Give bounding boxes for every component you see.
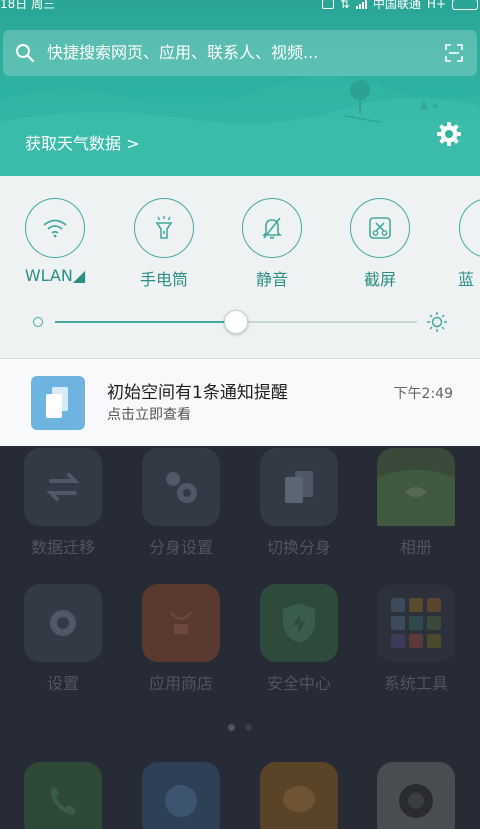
toggle-screenshot[interactable]: 截屏: [349, 198, 411, 290]
notification-time: 下午2:49: [393, 386, 453, 402]
brightness-high-icon: [427, 312, 447, 332]
folder-icon: [391, 598, 441, 648]
dock-phone[interactable]: [22, 762, 104, 829]
dock-browser[interactable]: [140, 762, 222, 829]
carrier-name: 中国联通: [372, 0, 421, 11]
app-icon: [31, 376, 85, 430]
app-name: 分身设置: [148, 538, 213, 557]
notification-subtitle: 点击立即查看: [107, 407, 191, 423]
toggle-label: 静音: [255, 270, 288, 289]
landscape-illustration: [0, 75, 480, 176]
shield-icon: [283, 603, 315, 643]
page-indicator: [228, 724, 252, 731]
settings-icon: [50, 610, 76, 636]
page-dot: [245, 724, 252, 731]
switch-icon: [285, 471, 313, 503]
screenshot-icon: [369, 217, 391, 239]
app-system-tools-folder[interactable]: 系统工具: [375, 584, 457, 694]
app-name: 设置: [46, 674, 79, 693]
app-name: 相册: [399, 538, 432, 557]
search-icon: [16, 44, 35, 63]
dock-camera[interactable]: [375, 762, 457, 829]
toggle-flashlight[interactable]: 手电筒: [133, 198, 195, 290]
dock-messages[interactable]: [258, 762, 340, 829]
gallery-icon: [377, 470, 455, 526]
app-dual-settings[interactable]: 分身设置: [140, 448, 222, 558]
data-arrows-icon: ⇅: [339, 0, 350, 11]
screen-rotation-icon: [321, 0, 334, 9]
scan-icon[interactable]: [445, 44, 463, 62]
wifi-icon: [43, 219, 67, 238]
app-name: 系统工具: [383, 674, 448, 693]
network-type: H+: [426, 0, 446, 11]
status-date: 18日 周三: [0, 0, 56, 11]
toggle-wlan[interactable]: WLAN◢: [24, 198, 86, 285]
app-name: 安全中心: [266, 674, 331, 693]
mute-bell-icon: [262, 217, 282, 239]
app-settings[interactable]: 设置: [22, 584, 104, 694]
store-icon: [170, 611, 192, 634]
toggle-label: 蓝: [458, 270, 475, 289]
weather-link[interactable]: 获取天气数据 >: [25, 134, 140, 154]
transfer-icon: [46, 473, 80, 501]
home-screen-dimmed: 数据迁移 分身设置 切换分身 相册 设置 应用商店 安全中心 系统工具: [0, 446, 480, 829]
phone-icon: [51, 787, 76, 815]
signal-icon: [355, 0, 367, 9]
toggle-label: 截屏: [363, 270, 396, 289]
app-data-transfer[interactable]: 数据迁移: [22, 448, 104, 558]
battery-icon: [452, 0, 478, 10]
notification-card[interactable]: 初始空间有1条通知提醒 点击立即查看 下午2:49: [0, 358, 480, 446]
message-icon: [283, 786, 315, 812]
toggle-bluetooth[interactable]: 蓝: [458, 198, 480, 290]
notification-shade-header: 18日 周三 ⇅ 中国联通 H+ 快捷搜索网页、应用、联系人、视频... 获取天…: [0, 0, 480, 176]
brightness-low-icon: [33, 317, 43, 327]
dual-space-icon: [46, 387, 68, 418]
app-store[interactable]: 应用商店: [140, 584, 222, 694]
brightness-fill: [55, 321, 236, 323]
app-name: 切换分身: [266, 538, 331, 557]
page-dot-active: [228, 724, 235, 731]
app-name: 应用商店: [148, 674, 213, 693]
notification-title: 初始空间有1条通知提醒: [107, 383, 288, 403]
app-name: 数据迁移: [30, 538, 95, 557]
toggle-label: 手电筒: [139, 270, 188, 289]
toggle-label: WLAN◢: [24, 266, 86, 285]
app-gallery[interactable]: 相册: [375, 448, 457, 558]
gears-icon: [166, 472, 197, 503]
flashlight-icon: [155, 216, 173, 239]
search-input[interactable]: 快捷搜索网页、应用、联系人、视频...: [47, 43, 318, 63]
camera-icon: [399, 784, 433, 818]
browser-icon: [165, 785, 197, 817]
search-bar[interactable]: 快捷搜索网页、应用、联系人、视频...: [3, 30, 477, 76]
gear-icon[interactable]: [436, 121, 462, 147]
app-security-center[interactable]: 安全中心: [258, 584, 340, 694]
app-switch-space[interactable]: 切换分身: [258, 448, 340, 558]
status-bar: 18日 周三 ⇅ 中国联通 H+: [0, 0, 480, 14]
brightness-slider[interactable]: [0, 305, 480, 339]
toggle-mute[interactable]: 静音: [241, 198, 303, 290]
brightness-thumb[interactable]: [224, 310, 248, 334]
